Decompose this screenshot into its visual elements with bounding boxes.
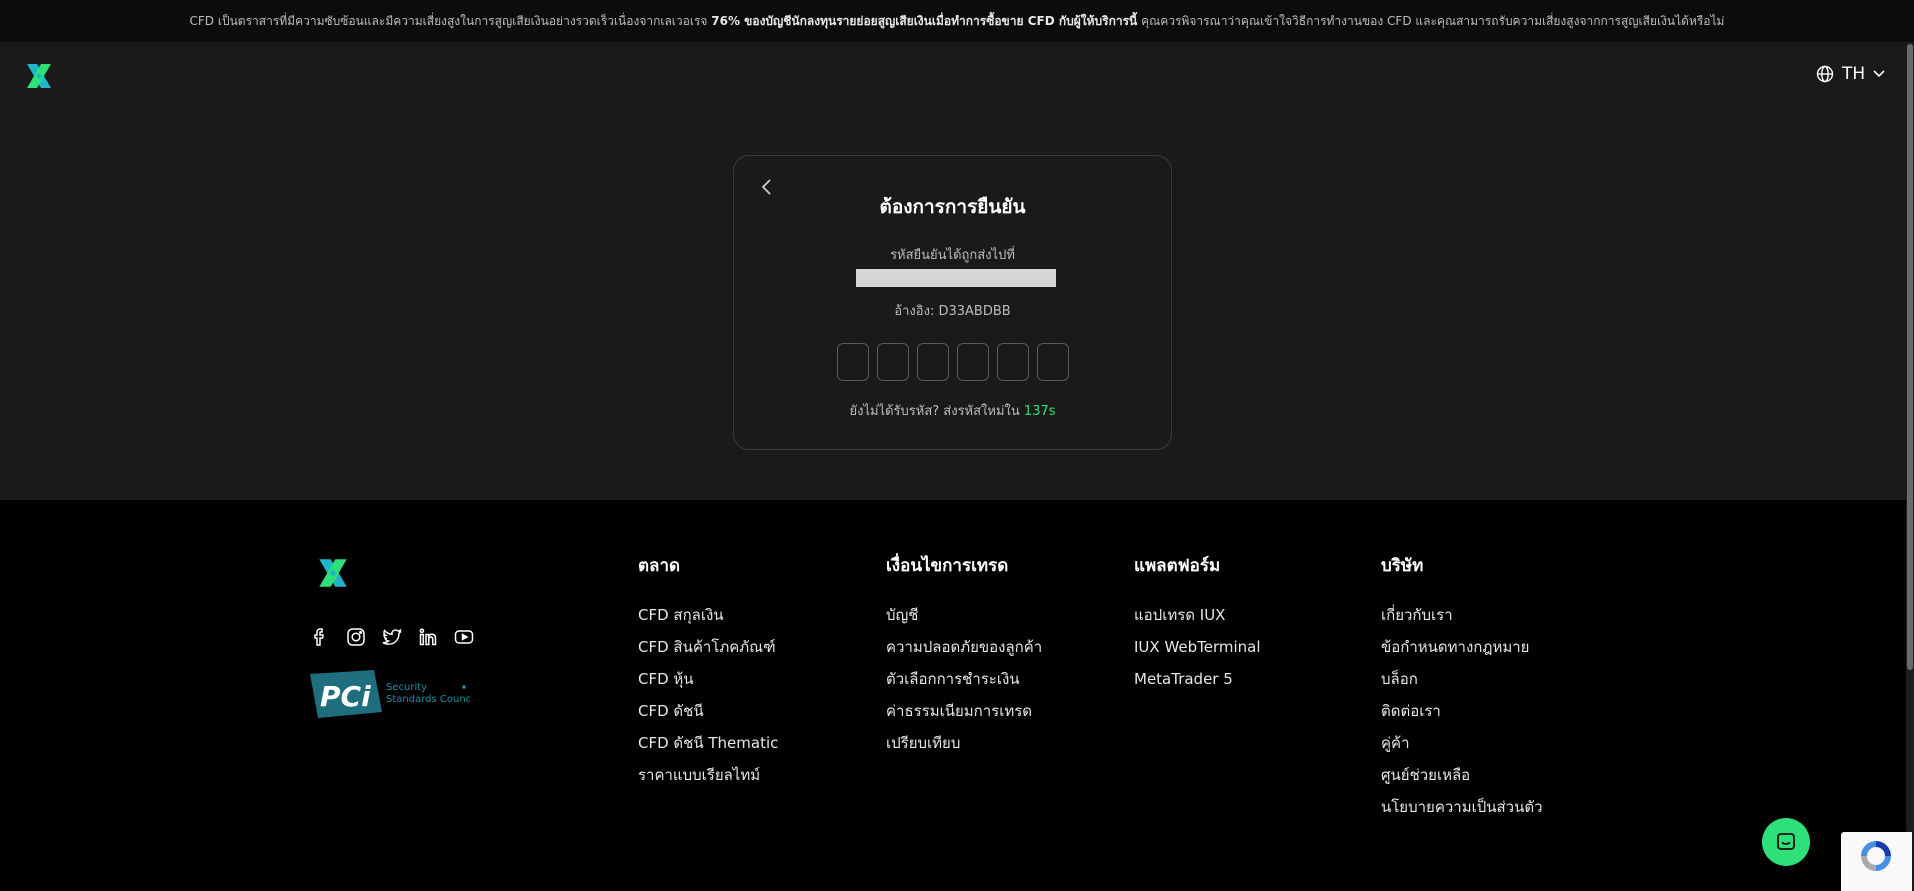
footer-link[interactable]: ราคาแบบเรียลไทม์ (638, 765, 778, 785)
facebook-icon[interactable] (309, 626, 331, 648)
footer-link[interactable]: เปรียบเทียบ (886, 733, 1042, 753)
linkedin-icon[interactable] (417, 626, 439, 648)
instagram-icon[interactable] (345, 626, 367, 648)
resend-label: ยังไม่ได้รับรหัส? ส่งรหัสใหม่ใน (849, 404, 1020, 419)
footer-iux-logo[interactable] (315, 557, 351, 589)
language-code: TH (1842, 64, 1866, 84)
verification-title: ต้องการการยืนยัน (879, 196, 1026, 218)
footer-link[interactable]: ศูนย์ช่วยเหลือ (1381, 765, 1543, 785)
chevron-down-icon (1873, 70, 1885, 78)
footer-link[interactable]: แอปเทรด IUX (1134, 605, 1261, 625)
risk-warning-text-2: คุณควรพิจารณาว่าคุณเข้าใจวิธีการทำงานของ… (1141, 14, 1725, 28)
chat-support-button[interactable] (1762, 818, 1810, 866)
footer-link[interactable]: ความปลอดภัยของลูกค้า (886, 637, 1042, 657)
footer-link[interactable]: บัญชี (886, 605, 1042, 625)
globe-icon (1816, 65, 1834, 83)
masked-email-redaction (856, 269, 1056, 287)
risk-warning-highlight: 76% ของบัญชีนักลงทุนรายย่อยสูญเสียเงินเม… (711, 14, 1138, 28)
youtube-icon[interactable] (453, 626, 475, 648)
footer-link[interactable]: CFD ดัชนี (638, 701, 778, 721)
footer-column-platform: แพลตฟอร์ม แอปเทรด IUX IUX WebTerminal Me… (1134, 552, 1261, 701)
footer-link[interactable]: ข้อกำหนดทางกฎหมาย (1381, 637, 1543, 657)
otp-digit-3[interactable] (917, 343, 949, 381)
otp-digit-2[interactable] (877, 343, 909, 381)
twitter-icon[interactable] (381, 626, 403, 648)
reference-code: อ้างอิง: D33ABDBB (894, 304, 1011, 319)
resend-timer: 137s (1023, 404, 1056, 419)
pci-brand-text: PCi (320, 680, 371, 713)
otp-input-group (837, 343, 1069, 381)
otp-digit-4[interactable] (957, 343, 989, 381)
footer-column-markets: ตลาด CFD สกุลเงิน CFD สินค้าโภคภัณฑ์ CFD… (638, 552, 778, 797)
footer-link[interactable]: CFD สินค้าโภคภัณฑ์ (638, 637, 778, 657)
language-selector[interactable]: TH (1816, 64, 1885, 84)
footer-link[interactable]: IUX WebTerminal (1134, 637, 1261, 657)
pci-security-standards-logo: PCi Security Standards Council (310, 670, 470, 718)
recaptcha-icon (1861, 841, 1891, 871)
iux-logo[interactable] (24, 62, 54, 90)
pci-line-1: Security (386, 682, 427, 693)
footer-link[interactable]: CFD ดัชนี Thematic (638, 733, 778, 753)
footer-link[interactable]: ติดต่อเรา (1381, 701, 1543, 721)
pci-line-2: Standards Council (386, 694, 470, 705)
resend-code-text: ยังไม่ได้รับรหัส? ส่งรหัสใหม่ใน 137s (734, 400, 1171, 421)
otp-digit-6[interactable] (1037, 343, 1069, 381)
footer-link[interactable]: CFD หุ้น (638, 669, 778, 689)
footer-column-title: ตลาด (638, 556, 681, 576)
footer-link[interactable]: MetaTrader 5 (1134, 669, 1261, 689)
footer-link[interactable]: ตัวเลือกการชำระเงิน (886, 669, 1042, 689)
footer-column-company: บริษัท เกี่ยวกับเรา ข้อกำหนดทางกฎหมาย บล… (1381, 552, 1543, 829)
verification-card: ต้องการการยืนยัน รหัสยืนยันได้ถูกส่งไปที… (733, 155, 1172, 450)
footer-link[interactable]: ค่าธรรมเนียมการเทรด (886, 701, 1042, 721)
footer-link[interactable]: นโยบายความเป็นส่วนตัว (1381, 797, 1543, 817)
risk-warning-text: CFD เป็นตราสารที่มีความซับซ้อนและมีความเ… (189, 14, 708, 28)
scrollbar-thumb[interactable] (1907, 44, 1913, 670)
footer-link[interactable]: CFD สกุลเงิน (638, 605, 778, 625)
chat-icon (1777, 833, 1795, 850)
recaptcha-badge[interactable] (1841, 832, 1912, 891)
otp-digit-5[interactable] (997, 343, 1029, 381)
footer-link[interactable]: บล็อก (1381, 669, 1543, 689)
code-sent-label: รหัสยืนยันได้ถูกส่งไปที่ (890, 248, 1015, 263)
footer-column-trading-conditions: เงื่อนไขการเทรด บัญชี ความปลอดภัยของลูกค… (886, 552, 1042, 765)
otp-digit-1[interactable] (837, 343, 869, 381)
footer-column-title: บริษัท (1381, 556, 1424, 576)
footer-link[interactable]: คู่ค้า (1381, 733, 1543, 753)
footer-column-title: เงื่อนไขการเทรด (886, 556, 1009, 576)
risk-warning-banner: CFD เป็นตราสารที่มีความซับซ้อนและมีความเ… (0, 0, 1914, 42)
footer-link[interactable]: เกี่ยวกับเรา (1381, 605, 1543, 625)
footer-column-title: แพลตฟอร์ม (1134, 556, 1221, 576)
social-links (309, 626, 475, 648)
